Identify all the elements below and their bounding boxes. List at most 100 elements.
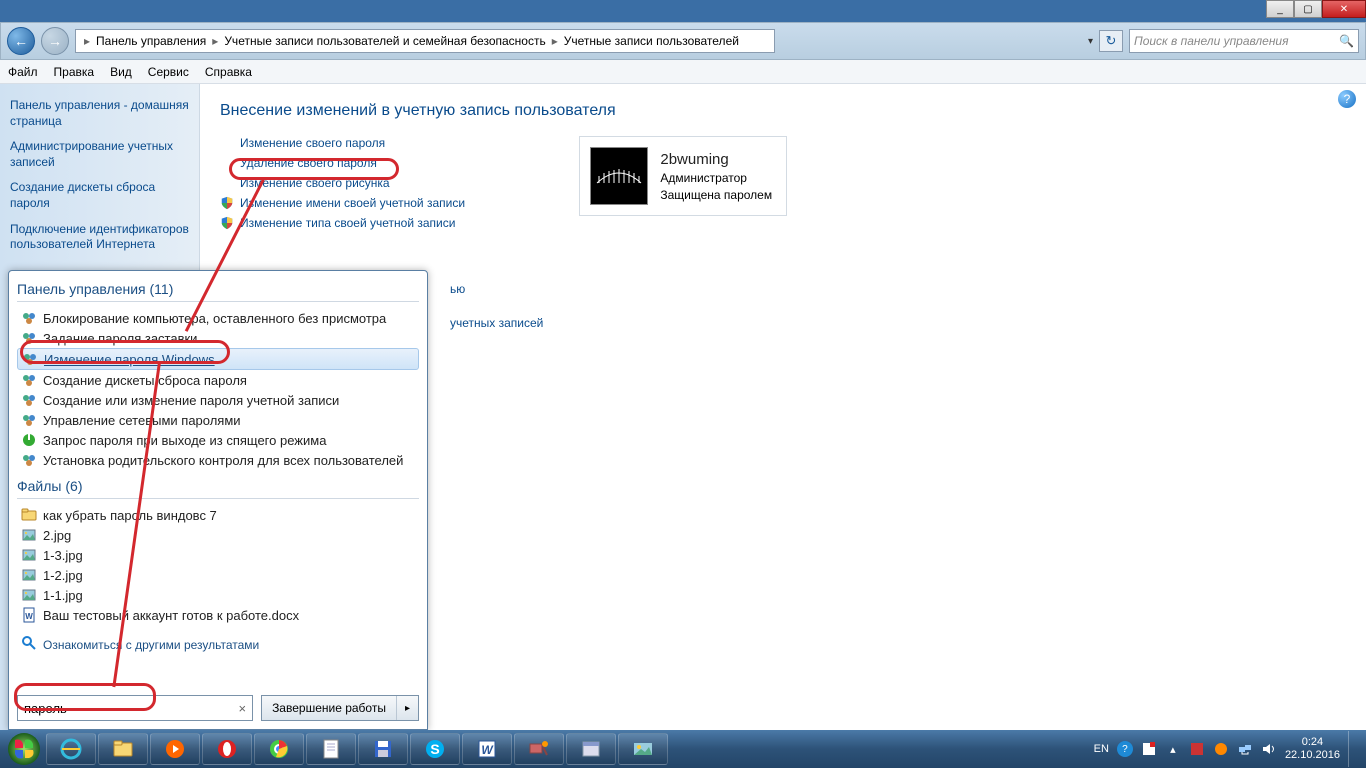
breadcrumb[interactable]: ▸ Панель управления ▸ Учетные записи пол… (75, 29, 775, 53)
help-tray-icon[interactable]: ? (1117, 741, 1133, 757)
search-result-item[interactable]: Запрос пароля при выходе из спящего режи… (17, 430, 419, 450)
shutdown-menu-arrow[interactable]: ▸ (397, 703, 418, 714)
start-search-input[interactable]: пароль × (17, 695, 253, 721)
task-partial-1[interactable]: ью (450, 282, 465, 296)
account-name: 2bwuming (660, 149, 772, 170)
forward-button[interactable]: → (41, 27, 69, 55)
clear-search-button[interactable]: × (238, 701, 246, 716)
network-icon[interactable] (1237, 741, 1253, 757)
chevron-right-icon: ▸ (552, 34, 558, 48)
chevron-right-icon: ▸ (84, 34, 90, 48)
search-input[interactable]: Поиск в панели управления 🔍 (1129, 29, 1359, 53)
see-more-results[interactable]: Ознакомиться с другими результатами (21, 635, 415, 654)
svg-text:S: S (430, 741, 439, 757)
back-button[interactable]: ← (7, 27, 35, 55)
menu-view[interactable]: Вид (110, 65, 132, 79)
task-remove-password[interactable]: Удаление своего пароля (240, 156, 377, 170)
menu-edit[interactable]: Правка (54, 65, 95, 79)
search-result-file[interactable]: 1-2.jpg (17, 565, 419, 585)
tray-arrow-icon[interactable]: ▴ (1165, 741, 1181, 757)
breadcrumb-item[interactable]: Панель управления (94, 34, 208, 48)
breadcrumb-item[interactable]: Учетные записи пользователей (562, 34, 741, 48)
search-result-file[interactable]: WВаш тестовый аккаунт готов к работе.doc… (17, 605, 419, 625)
maximize-button[interactable]: ▢ (1294, 0, 1322, 18)
search-result-file[interactable]: 1-3.jpg (17, 545, 419, 565)
account-status: Защищена паролем (660, 187, 772, 204)
svg-text:W: W (25, 612, 33, 621)
sidebar-item-home[interactable]: Панель управления - домашняя страница (10, 98, 189, 129)
sidebar-item-online-ids[interactable]: Подключение идентификаторов пользователе… (10, 222, 189, 253)
result-icon (21, 452, 37, 468)
task-change-picture[interactable]: Изменение своего рисунка (240, 176, 390, 190)
file-icon (21, 567, 37, 583)
file-label: 1-2.jpg (43, 568, 83, 583)
action-center-icon[interactable] (1141, 741, 1157, 757)
search-result-item[interactable]: Управление сетевыми паролями (17, 410, 419, 430)
taskbar-chrome[interactable] (254, 733, 304, 765)
search-result-item[interactable]: Изменение пароля Windows (17, 348, 419, 370)
search-result-file[interactable]: как убрать пароль виндовс 7 (17, 505, 419, 525)
file-icon (21, 507, 37, 523)
task-partial-2[interactable]: учетных записей (450, 316, 543, 330)
result-icon (21, 412, 37, 428)
search-icon: 🔍 (1339, 34, 1354, 48)
taskbar-skype[interactable]: S (410, 733, 460, 765)
menu-help[interactable]: Справка (205, 65, 252, 79)
taskbar-opera[interactable] (202, 733, 252, 765)
file-label: 2.jpg (43, 528, 71, 543)
sidebar-item-reset-disk[interactable]: Создание дискеты сброса пароля (10, 180, 189, 211)
taskbar-window[interactable] (566, 733, 616, 765)
clock-date: 22.10.2016 (1285, 749, 1340, 762)
start-search-panel: Панель управления (11) Блокирование комп… (8, 270, 428, 730)
start-search-value: пароль (24, 701, 67, 716)
task-change-password[interactable]: Изменение своего пароля (240, 136, 385, 150)
help-icon[interactable]: ? (1338, 90, 1356, 108)
result-label: Блокирование компьютера, оставленного бе… (43, 311, 386, 326)
taskbar-wmp[interactable] (150, 733, 200, 765)
breadcrumb-dropdown[interactable]: ▾ (1088, 36, 1093, 47)
language-indicator[interactable]: EN (1094, 743, 1109, 755)
file-icon (21, 587, 37, 603)
breadcrumb-item[interactable]: Учетные записи пользователей и семейная … (222, 34, 547, 48)
show-desktop-button[interactable] (1348, 731, 1358, 767)
search-placeholder: Поиск в панели управления (1134, 34, 1289, 48)
taskbar-paint[interactable] (514, 733, 564, 765)
search-result-file[interactable]: 1-1.jpg (17, 585, 419, 605)
result-label: Изменение пароля Windows (44, 352, 215, 367)
search-result-item[interactable]: Создание или изменение пароля учетной за… (17, 390, 419, 410)
app-tray-icon[interactable] (1213, 741, 1229, 757)
antivirus-icon[interactable] (1189, 741, 1205, 757)
shutdown-button[interactable]: Завершение работы ▸ (261, 695, 419, 721)
menu-tools[interactable]: Сервис (148, 65, 189, 79)
avatar (590, 147, 648, 205)
file-label: 1-1.jpg (43, 588, 83, 603)
taskbar-image[interactable] (618, 733, 668, 765)
search-result-item[interactable]: Блокирование компьютера, оставленного бе… (17, 308, 419, 328)
shield-icon (220, 216, 234, 230)
menu-bar: Файл Правка Вид Сервис Справка (0, 60, 1366, 84)
page-title: Внесение изменений в учетную запись поль… (220, 102, 1346, 120)
volume-icon[interactable] (1261, 741, 1277, 757)
sidebar-item-admin[interactable]: Администрирование учетных записей (10, 139, 189, 170)
task-change-name[interactable]: Изменение имени своей учетной записи (240, 196, 465, 210)
taskbar-ie[interactable] (46, 733, 96, 765)
minimize-button[interactable]: _ (1266, 0, 1294, 18)
taskbar-word[interactable]: W (462, 733, 512, 765)
result-icon (21, 310, 37, 326)
clock[interactable]: 0:24 22.10.2016 (1285, 736, 1340, 762)
taskbar-save-icon[interactable] (358, 733, 408, 765)
svg-text:W: W (481, 743, 494, 757)
search-result-item[interactable]: Установка родительского контроля для все… (17, 450, 419, 470)
search-result-file[interactable]: 2.jpg (17, 525, 419, 545)
file-icon (21, 527, 37, 543)
start-button[interactable] (4, 731, 44, 767)
account-role: Администратор (660, 170, 772, 187)
close-button[interactable]: ✕ (1322, 0, 1366, 18)
taskbar-explorer[interactable] (98, 733, 148, 765)
menu-file[interactable]: Файл (8, 65, 38, 79)
refresh-button[interactable]: ↻ (1099, 30, 1123, 52)
taskbar-notepad[interactable] (306, 733, 356, 765)
search-result-item[interactable]: Задание пароля заставки (17, 328, 419, 348)
task-change-type[interactable]: Изменение типа своей учетной записи (240, 216, 455, 230)
search-result-item[interactable]: Создание дискеты сброса пароля (17, 370, 419, 390)
